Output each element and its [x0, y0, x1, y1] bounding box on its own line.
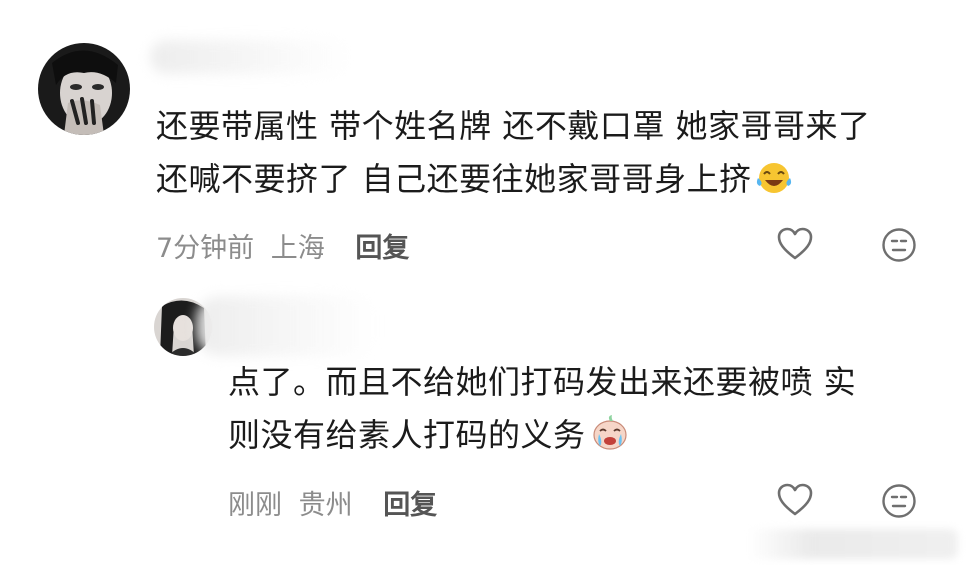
reply-button[interactable]: 回复: [355, 233, 409, 264]
comment-meta: 刚刚 贵州 回复: [228, 483, 437, 522]
comment-line: 还喊不要挤了 自己还要往她家哥哥身上挤: [156, 153, 871, 212]
crying-emoji: [588, 414, 632, 468]
neutral-face-icon[interactable]: [881, 227, 917, 267]
username-redacted: [196, 296, 376, 356]
comment-time: 7分钟前: [156, 233, 255, 264]
avatar[interactable]: [38, 43, 130, 135]
comment-meta: 7分钟前 上海 回复: [156, 226, 409, 265]
username-redacted: [150, 40, 350, 74]
comment-text: 还要带属性 带个姓名牌 还不戴口罩 她家哥哥来了 还喊不要挤了 自己还要往她家哥…: [156, 100, 871, 212]
comment-time: 刚刚: [228, 490, 282, 521]
comment-location: 上海: [270, 233, 325, 264]
comment-line: 则没有给素人打码的义务: [228, 409, 856, 468]
neutral-face-icon[interactable]: [881, 483, 917, 523]
avatar-image: [38, 43, 130, 135]
watermark: [748, 529, 958, 559]
comment-line: 还要带属性 带个姓名牌 还不戴口罩 她家哥哥来了: [156, 107, 871, 145]
comment-location: 贵州: [298, 490, 353, 521]
reply-button[interactable]: 回复: [383, 490, 437, 521]
comment-line: 点了。而且不给她们打码发出来还要被喷 实: [228, 363, 857, 401]
comment-text: 点了。而且不给她们打码发出来还要被喷 实 则没有给素人打码的义务: [228, 356, 856, 468]
heart-outline-icon[interactable]: [777, 483, 813, 521]
tears-of-joy-emoji: [754, 159, 794, 212]
heart-outline-icon[interactable]: [777, 227, 813, 265]
